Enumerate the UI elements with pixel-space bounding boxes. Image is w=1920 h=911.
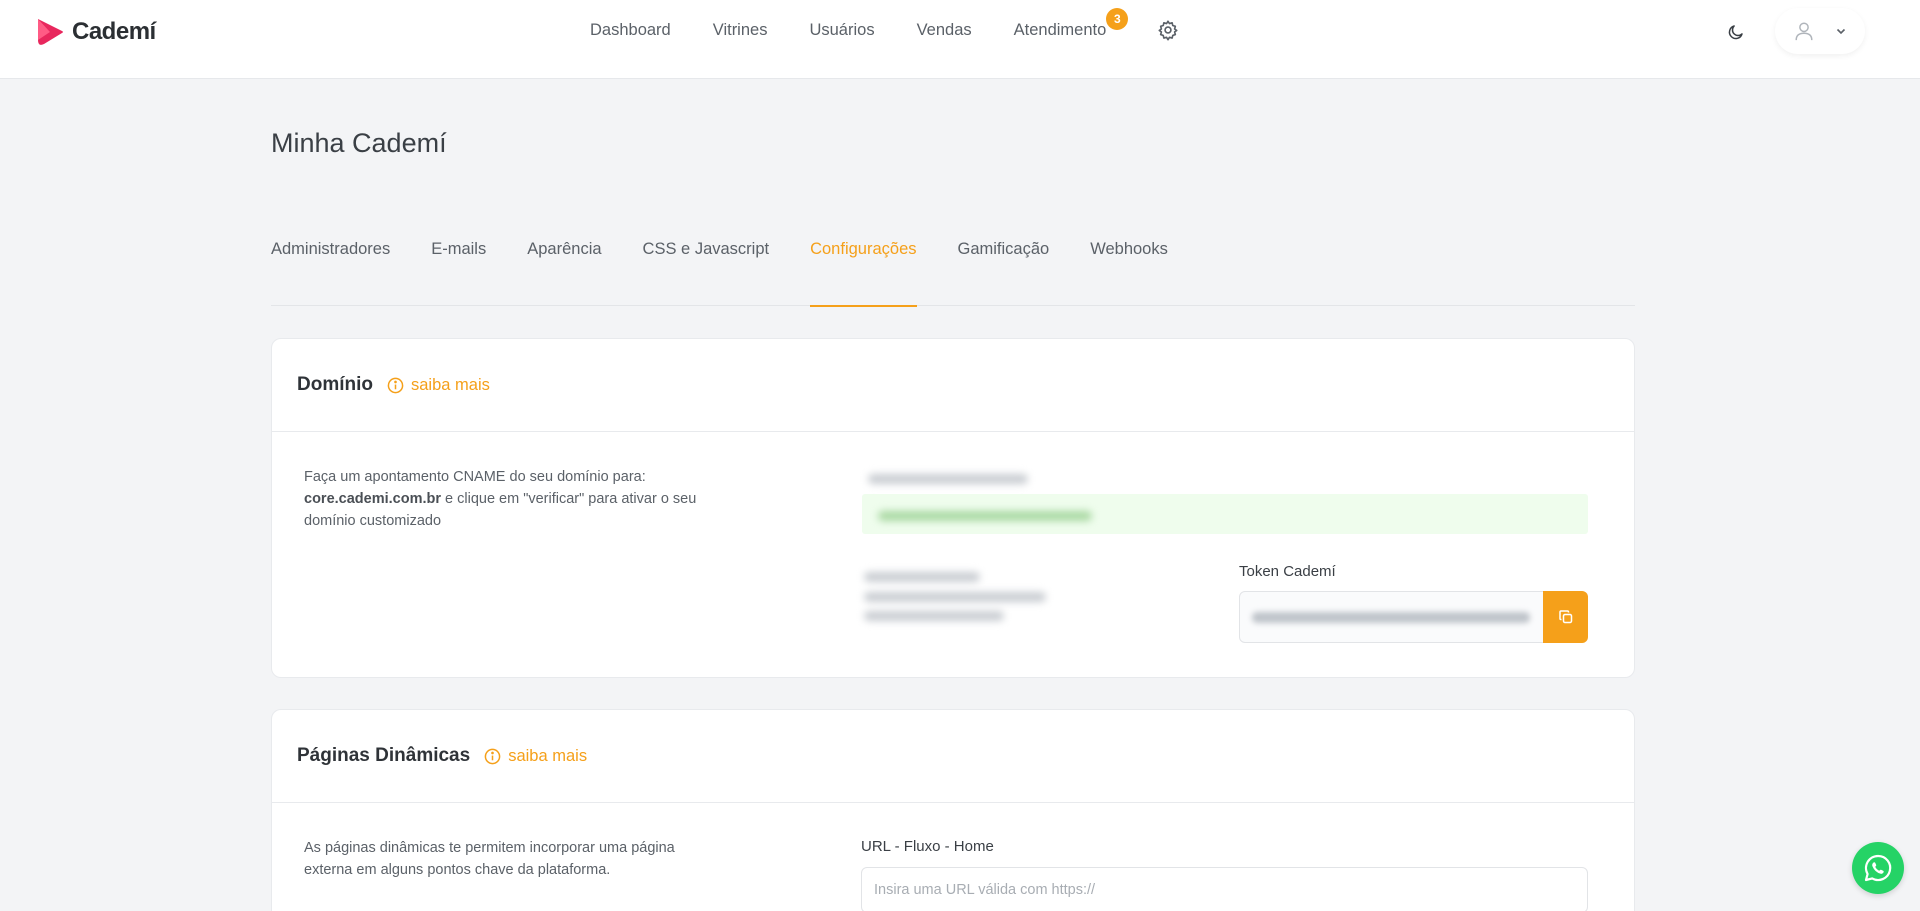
token-label: Token Cademí (1239, 563, 1336, 580)
whatsapp-button[interactable] (1852, 842, 1904, 894)
learn-more-label: saiba mais (411, 375, 490, 394)
tab-configuracoes[interactable]: Configurações (810, 230, 917, 307)
whatsapp-icon (1864, 854, 1892, 882)
url-fluxo-home-label: URL - Fluxo - Home (861, 838, 994, 855)
tab-gamificacao[interactable]: Gamificação (958, 230, 1050, 306)
info-icon (484, 748, 501, 764)
cname-target: core.cademi.com.br (304, 491, 441, 507)
tab-emails[interactable]: E-mails (431, 230, 486, 306)
learn-more-label: saiba mais (508, 746, 588, 765)
nav-item-atendimento[interactable]: Atendimento 3 (1013, 7, 1129, 40)
nav-item-vitrines[interactable]: Vitrines (713, 21, 768, 40)
notification-badge: 3 (1106, 7, 1129, 30)
chevron-down-icon (1836, 28, 1846, 35)
dynamic-pages-description: As páginas dinâmicas te permitem incorpo… (304, 840, 675, 878)
copy-token-button[interactable] (1543, 591, 1588, 643)
dynamic-pages-card-header: Páginas Dinâmicas saiba mais (272, 710, 1634, 803)
tab-css-javascript[interactable]: CSS e Javascript (643, 230, 770, 306)
brand-name: Cademí (72, 18, 156, 45)
redacted-text (864, 592, 1046, 602)
domain-desc-prefix: Faça um apontamento CNAME do seu domínio… (304, 469, 646, 485)
redacted-text (868, 474, 1028, 484)
settings-tabs: Administradores E-mails Aparência CSS e … (271, 230, 1635, 307)
tab-webhooks[interactable]: Webhooks (1090, 230, 1168, 306)
url-fluxo-home-input[interactable] (861, 867, 1588, 911)
nav-item-label: Atendimento (1013, 20, 1107, 39)
domain-learn-more-link[interactable]: saiba mais (387, 376, 490, 395)
redacted-text (864, 572, 980, 582)
page-title: Minha Cademí (271, 128, 447, 158)
domain-card-header: Domínio saiba mais (272, 339, 1634, 432)
user-icon (1795, 22, 1813, 41)
domain-card: Domínio saiba mais Faça um apontamento C… (271, 338, 1635, 678)
redacted-text (864, 611, 1004, 621)
nav-item-vendas[interactable]: Vendas (917, 21, 972, 40)
dynamic-pages-learn-more-link[interactable]: saiba mais (484, 747, 587, 766)
info-icon (387, 377, 404, 393)
nav-item-dashboard[interactable]: Dashboard (590, 21, 671, 40)
copy-icon (1558, 610, 1572, 624)
domain-description: Faça um apontamento CNAME do seu domínio… (304, 466, 724, 532)
brand-logo[interactable]: Cademí (34, 16, 156, 48)
redacted-text (878, 511, 1092, 521)
user-menu[interactable] (1775, 8, 1865, 54)
cademi-logo-icon (38, 19, 63, 45)
tab-aparencia[interactable]: Aparência (527, 230, 601, 306)
token-field[interactable] (1239, 591, 1544, 643)
top-bar: Cademí Dashboard Vitrines Usuários Venda… (0, 0, 1920, 79)
tab-administradores[interactable]: Administradores (271, 230, 390, 306)
moon-icon[interactable] (1727, 23, 1745, 41)
dynamic-pages-card-title: Páginas Dinâmicas (297, 745, 471, 766)
domain-card-title: Domínio (297, 374, 373, 395)
gear-icon[interactable] (1157, 19, 1179, 41)
nav-item-usuarios[interactable]: Usuários (809, 21, 874, 40)
main-nav: Dashboard Vitrines Usuários Vendas Atend… (590, 0, 1129, 60)
redacted-token-value (1252, 612, 1530, 623)
dynamic-pages-card: Páginas Dinâmicas saiba mais As páginas … (271, 709, 1635, 911)
